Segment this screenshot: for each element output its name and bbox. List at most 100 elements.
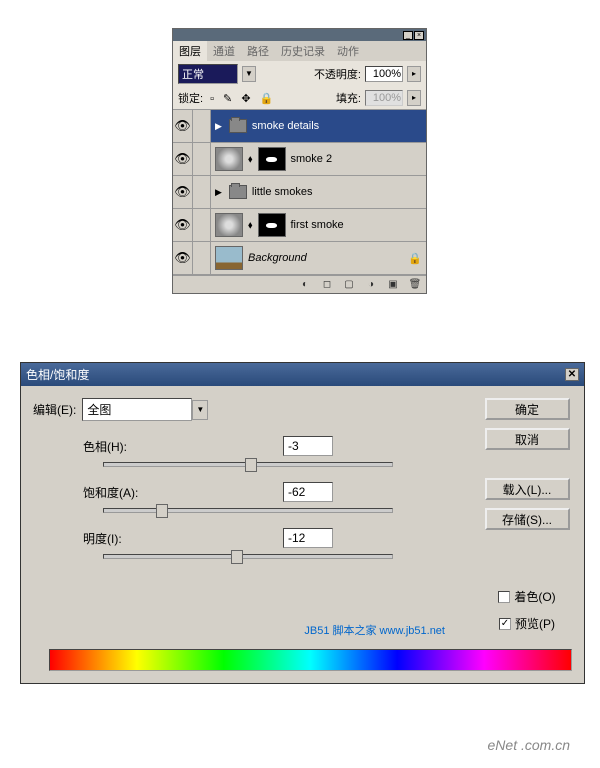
layer-name: first smoke — [291, 219, 344, 231]
panel-footer: ◐ ◻ ▢ ◑ ▣ 🗑 — [173, 275, 426, 293]
mask-thumbnail[interactable] — [258, 213, 286, 237]
style-icon[interactable]: ◐ — [298, 279, 312, 291]
close-icon[interactable]: ✕ — [565, 368, 579, 381]
layer-thumbnail[interactable] — [215, 246, 243, 270]
layer-thumbnail[interactable] — [215, 213, 243, 237]
opacity-label: 不透明度: — [314, 66, 361, 82]
new-layer-icon[interactable]: ▣ — [386, 279, 400, 291]
lock-paint-icon[interactable]: ✎ — [223, 93, 232, 105]
fill-input: 100% — [365, 90, 403, 106]
layer-row[interactable]: 👁 ⬧ smoke 2 — [173, 143, 426, 176]
edit-label: 编辑(E): — [33, 401, 76, 418]
ok-button[interactable]: 确定 — [485, 398, 570, 420]
enet-watermark: eNet .com.cn — [488, 737, 570, 753]
eye-icon[interactable]: 👁 — [174, 118, 191, 134]
tab-history[interactable]: 历史记录 — [275, 41, 331, 61]
tab-paths[interactable]: 路径 — [241, 41, 275, 61]
lock-row: 锁定: ▫ ✎ ✥ 🔒 填充: 100% ▸ — [173, 87, 426, 110]
hue-slider[interactable] — [103, 462, 393, 467]
chevron-down-icon[interactable]: ▼ — [242, 66, 256, 82]
layer-name: smoke details — [252, 120, 319, 132]
preview-label: 预览(P) — [515, 615, 555, 632]
dialog-buttons: 确定 取消 载入(L)... 存储(S)... 着色(O) ✓ 预览(P) — [482, 398, 572, 632]
lightness-slider[interactable] — [103, 554, 393, 559]
slider-thumb[interactable] — [245, 458, 257, 472]
eye-icon[interactable]: 👁 — [174, 184, 191, 200]
eye-icon[interactable]: 👁 — [174, 151, 191, 167]
eye-icon[interactable]: 👁 — [174, 217, 191, 233]
set-icon[interactable]: ▢ — [342, 279, 356, 291]
lock-label: 锁定: — [178, 90, 203, 106]
link-col[interactable] — [193, 176, 211, 208]
close-icon[interactable]: × — [414, 31, 424, 40]
adjust-icon[interactable]: ◑ — [364, 279, 378, 291]
chevron-right-icon[interactable]: ▸ — [407, 66, 421, 82]
chevron-right-icon: ▸ — [407, 90, 421, 106]
layers-list: 👁 ▶ smoke details 👁 ⬧ smoke 2 👁 ▶ little sm… — [173, 110, 426, 275]
edit-select[interactable]: 全图 — [82, 398, 192, 421]
colorize-label: 着色(O) — [514, 588, 555, 605]
saturation-input[interactable] — [283, 482, 333, 502]
lock-icons: ▫ ✎ ✥ 🔒 — [207, 92, 276, 105]
link-col[interactable] — [193, 143, 211, 175]
slider-thumb[interactable] — [156, 504, 168, 518]
chevron-down-icon[interactable]: ▼ — [192, 400, 208, 420]
colorize-checkbox-row[interactable]: 着色(O) — [498, 588, 555, 605]
layer-name: smoke 2 — [291, 153, 333, 165]
tab-channels[interactable]: 通道 — [207, 41, 241, 61]
link-col[interactable] — [193, 110, 211, 142]
layer-thumbnail[interactable] — [215, 147, 243, 171]
lock-position-icon[interactable]: ✥ — [241, 93, 250, 105]
lock-icon: 🔒 — [408, 252, 422, 265]
tab-layers[interactable]: 图层 — [173, 41, 207, 61]
saturation-slider[interactable] — [103, 508, 393, 513]
panel-tabs: 图层 通道 路径 历史记录 动作 — [173, 41, 426, 61]
mask-link-icon[interactable]: ⬧ — [248, 154, 253, 165]
mask-link-icon[interactable]: ⬧ — [248, 220, 253, 231]
edit-row: 编辑(E): 全图 ▼ — [33, 398, 472, 421]
load-button[interactable]: 载入(L)... — [485, 478, 570, 500]
jb51-watermark: JB51 脚本之家 www.jb51.net — [304, 622, 445, 638]
fill-label: 填充: — [336, 90, 361, 106]
disclosure-icon[interactable]: ▶ — [215, 121, 222, 132]
hue-label: 色相(H): — [83, 438, 283, 455]
blend-row: 正常 ▼ 不透明度: 100% ▸ — [173, 61, 426, 87]
dialog-titlebar[interactable]: 色相/饱和度 ✕ — [21, 363, 584, 386]
tab-actions[interactable]: 动作 — [331, 41, 365, 61]
lock-transparent-icon[interactable]: ▫ — [210, 93, 214, 105]
layer-row[interactable]: 👁 ▶ smoke details — [173, 110, 426, 143]
colorize-checkbox[interactable] — [498, 591, 510, 603]
disclosure-icon[interactable]: ▶ — [215, 187, 222, 198]
preview-checkbox-row[interactable]: ✓ 预览(P) — [499, 615, 555, 632]
opacity-input[interactable]: 100% — [365, 66, 403, 82]
saturation-slider-row: 饱和度(A): — [83, 482, 472, 513]
hue-input[interactable] — [283, 436, 333, 456]
dialog-body: 编辑(E): 全图 ▼ 色相(H): 饱和度(A): — [21, 386, 584, 644]
dialog-title: 色相/饱和度 — [26, 366, 89, 383]
layer-row[interactable]: 👁 Background 🔒 — [173, 242, 426, 275]
preview-checkbox[interactable]: ✓ — [499, 618, 511, 630]
dialog-left: 编辑(E): 全图 ▼ 色相(H): 饱和度(A): — [33, 398, 472, 632]
lightness-label: 明度(I): — [83, 530, 283, 547]
folder-icon — [229, 185, 247, 199]
slider-thumb[interactable] — [231, 550, 243, 564]
link-col[interactable] — [193, 242, 211, 274]
save-button[interactable]: 存储(S)... — [485, 508, 570, 530]
lock-all-icon[interactable]: 🔒 — [260, 93, 274, 105]
hue-slider-row: 色相(H): — [83, 436, 472, 467]
layer-name: Background — [248, 252, 307, 264]
cancel-button[interactable]: 取消 — [485, 428, 570, 450]
trash-icon[interactable]: 🗑 — [408, 279, 422, 291]
panel-titlebar: _ × — [173, 29, 426, 41]
lightness-input[interactable] — [283, 528, 333, 548]
link-col[interactable] — [193, 209, 211, 241]
blend-mode-select[interactable]: 正常 — [178, 64, 238, 84]
mask-thumbnail[interactable] — [258, 147, 286, 171]
layer-row[interactable]: 👁 ⬧ first smoke — [173, 209, 426, 242]
eye-icon[interactable]: 👁 — [174, 250, 191, 266]
layer-name: little smokes — [252, 186, 313, 198]
layer-row[interactable]: 👁 ▶ little smokes — [173, 176, 426, 209]
mask-icon[interactable]: ◻ — [320, 279, 334, 291]
hue-saturation-dialog: 色相/饱和度 ✕ 编辑(E): 全图 ▼ 色相(H): 饱和度(A): — [20, 362, 585, 684]
minimize-icon[interactable]: _ — [403, 31, 413, 40]
